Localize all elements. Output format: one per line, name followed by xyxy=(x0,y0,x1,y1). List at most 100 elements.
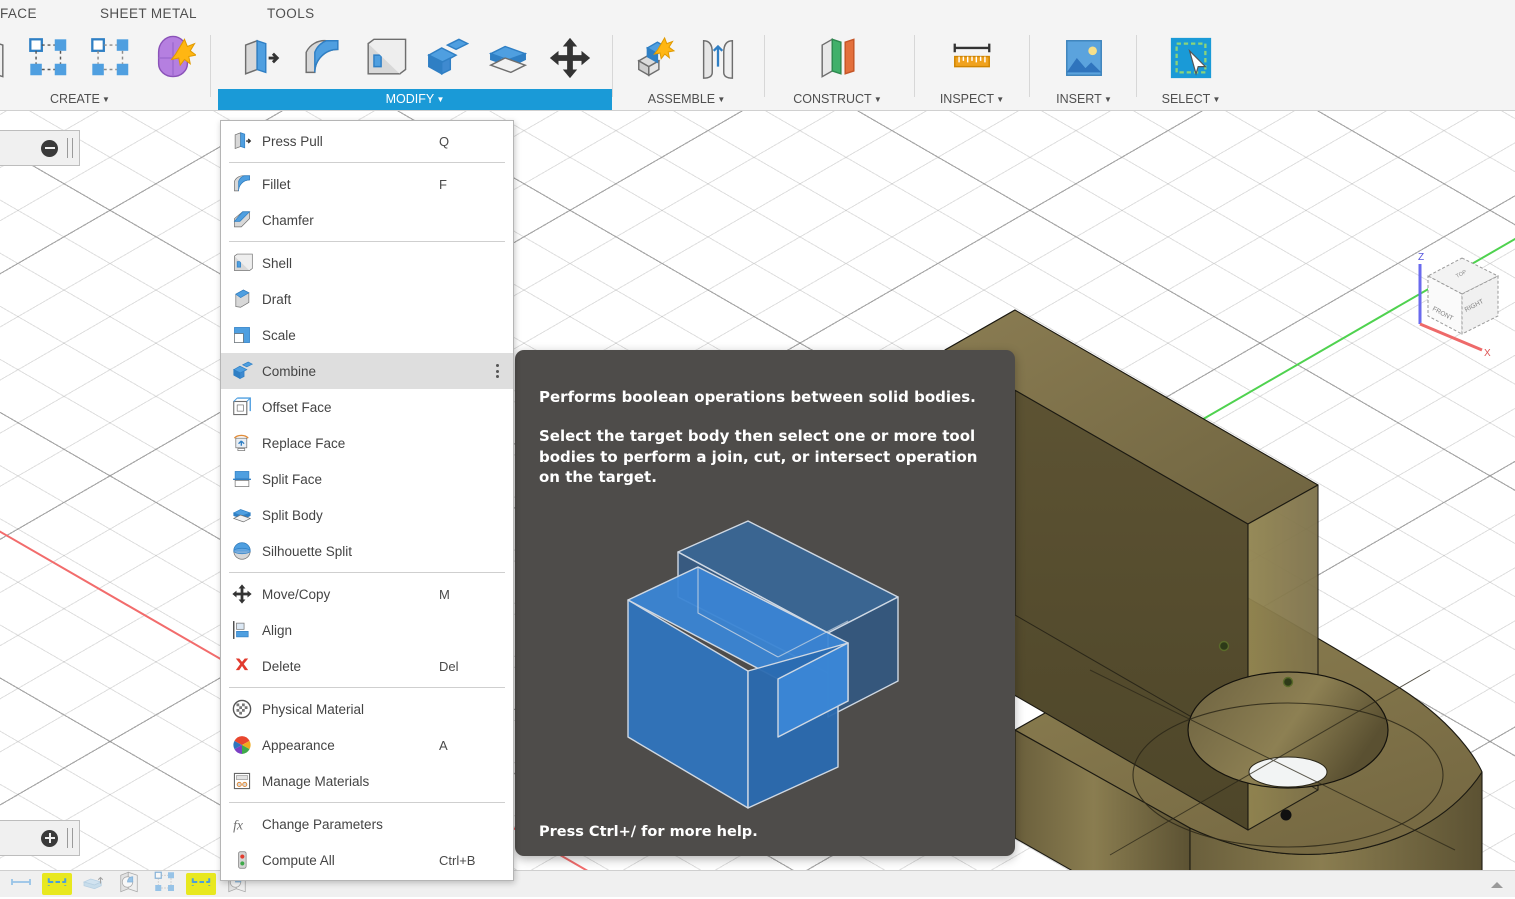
panel-label-select[interactable]: SELECT ▼ xyxy=(1144,89,1238,110)
menu-item-delete[interactable]: Delete Del xyxy=(221,648,513,684)
revolve-icon xyxy=(117,870,141,899)
move-copy-icon xyxy=(227,583,257,605)
combine-button[interactable] xyxy=(415,28,477,88)
menu-item-label: Manage Materials xyxy=(262,773,370,789)
hole-button[interactable] xyxy=(18,28,80,88)
menu-item-chamfer[interactable]: Chamfer xyxy=(221,202,513,238)
joint-icon xyxy=(695,35,741,81)
insert-image-button[interactable] xyxy=(1053,28,1115,88)
chevron-down-icon: ▼ xyxy=(994,95,1005,104)
menu-item-shortcut: Ctrl+B xyxy=(439,852,476,868)
menu-item-press-pull[interactable]: Press Pull Q xyxy=(221,123,513,159)
panel-resize-grip[interactable] xyxy=(67,138,73,158)
ribbon-tab-face[interactable]: FACE xyxy=(0,4,37,24)
extrude-tool[interactable] xyxy=(78,873,108,895)
menu-item-label: Align xyxy=(262,622,293,638)
joint-button[interactable] xyxy=(687,28,749,88)
panel-label-assemble[interactable]: ASSEMBLE ▼ xyxy=(620,89,753,110)
menu-item-label: Press Pull xyxy=(262,133,323,149)
menu-item-shortcut: A xyxy=(439,737,448,753)
revolve-tool[interactable] xyxy=(114,871,144,895)
delete-icon xyxy=(227,655,257,677)
overflow-menu-icon[interactable] xyxy=(491,362,503,381)
offset-plane-button[interactable] xyxy=(807,28,869,88)
menu-item-label: Delete xyxy=(262,658,302,674)
panel-resize-grip-2[interactable] xyxy=(67,828,73,848)
viewcube-axis-x: X xyxy=(1484,348,1491,359)
menu-item-change-parameters[interactable]: fx Change Parameters xyxy=(221,806,513,842)
create-form-button[interactable] xyxy=(142,28,204,88)
menu-item-label: Appearance xyxy=(262,737,335,753)
menu-item-split-body[interactable]: Split Body xyxy=(221,497,513,533)
fillet-button[interactable] xyxy=(291,28,353,88)
chamfer-icon xyxy=(227,209,257,231)
menu-item-appearance[interactable]: Appearance A xyxy=(221,727,513,763)
revolve-button[interactable] xyxy=(0,28,18,88)
menu-item-offset-face[interactable]: Offset Face xyxy=(221,389,513,425)
menu-item-label: Move/Copy xyxy=(262,586,331,602)
menu-item-draft[interactable]: Draft xyxy=(221,281,513,317)
menu-item-shell[interactable]: Shell xyxy=(221,245,513,281)
panel-label-text: ASSEMBLE xyxy=(647,92,716,106)
menu-item-label: Change Parameters xyxy=(262,816,383,832)
browser-panel-top[interactable] xyxy=(0,130,80,166)
menu-item-split-face[interactable]: Split Face xyxy=(221,461,513,497)
browser-panel-bottom[interactable] xyxy=(0,820,80,856)
panel-label-text: CONSTRUCT xyxy=(793,92,872,106)
move-copy-button[interactable] xyxy=(539,28,601,88)
press-pull-button[interactable] xyxy=(229,28,291,88)
menu-item-replace-face[interactable]: Replace Face xyxy=(221,425,513,461)
viewcube-axis-z: Z xyxy=(1418,252,1424,263)
fillet-icon xyxy=(227,173,257,195)
tooltip-footer: Press Ctrl+/ for more help. xyxy=(539,824,758,840)
split-body-button[interactable] xyxy=(477,28,539,88)
ribbon-tab-sheet-metal[interactable]: SHEET METAL xyxy=(100,4,197,24)
dimension-tool-2[interactable] xyxy=(186,873,216,895)
sketch-constraint-tool[interactable] xyxy=(42,873,72,895)
ribbon-tab-tools[interactable]: TOOLS xyxy=(267,4,315,24)
panel-label-modify[interactable]: MODIFY ▼ xyxy=(218,89,612,110)
ribbon-toolbar: FACE SHEET METAL TOOLS CREATE ▼ MODIFY ▼ ASS… xyxy=(0,0,1515,111)
panel-label-insert[interactable]: INSERT ▼ xyxy=(1037,89,1131,110)
hole-icon xyxy=(26,35,72,81)
press-pull-icon xyxy=(237,35,283,81)
new-component-button[interactable] xyxy=(625,28,687,88)
menu-item-manage-materials[interactable]: Manage Materials xyxy=(221,763,513,799)
panel-label-text: MODIFY xyxy=(385,92,435,106)
menu-item-silhouette-split[interactable]: Silhouette Split xyxy=(221,533,513,569)
shell-icon xyxy=(227,252,257,274)
ribbon-panel-insert: INSERT ▼ xyxy=(1037,27,1131,110)
collapse-button[interactable] xyxy=(41,139,58,157)
menu-item-fillet[interactable]: Fillet F xyxy=(221,166,513,202)
menu-item-scale[interactable]: Scale xyxy=(221,317,513,353)
select-button[interactable] xyxy=(1160,28,1222,88)
pattern-button[interactable] xyxy=(80,28,142,88)
pattern-tool[interactable] xyxy=(150,871,180,895)
new-component-icon xyxy=(633,35,679,81)
menu-item-label: Shell xyxy=(262,255,293,271)
sketch-dimension-tool[interactable] xyxy=(6,873,36,895)
align-icon xyxy=(227,619,257,641)
panel-label-construct[interactable]: CONSTRUCT ▼ xyxy=(772,89,903,110)
menu-item-combine[interactable]: Combine xyxy=(221,353,513,389)
measure-ruler-icon xyxy=(949,35,995,81)
measure-button[interactable] xyxy=(941,28,1003,88)
command-tooltip: Performs boolean operations between soli… xyxy=(515,350,1015,856)
menu-item-physical-material[interactable]: Physical Material xyxy=(221,691,513,727)
view-cube[interactable]: Z X TOP FRONT RIGHT xyxy=(1412,242,1512,360)
menu-item-align[interactable]: Align xyxy=(221,612,513,648)
modify-dropdown-menu[interactable]: Press Pull Q Fillet F Chamfer Shell Draft Scale… xyxy=(220,120,514,881)
menu-item-move-copy[interactable]: Move/Copy M xyxy=(221,576,513,612)
menu-item-compute-all[interactable]: Compute All Ctrl+B xyxy=(221,842,513,878)
tooltip-title: Performs boolean operations between soli… xyxy=(539,388,976,406)
panel-label-inspect[interactable]: INSPECT ▼ xyxy=(922,89,1022,110)
expand-button[interactable] xyxy=(41,829,58,847)
resize-grip-icon[interactable] xyxy=(1489,879,1505,889)
chevron-down-icon: ▼ xyxy=(1101,95,1112,104)
select-cursor-icon xyxy=(1168,35,1214,81)
replace-face-icon xyxy=(227,432,257,454)
panel-label-create[interactable]: CREATE ▼ xyxy=(0,89,218,110)
panel-separator xyxy=(1136,35,1137,97)
shell-button[interactable] xyxy=(353,28,415,88)
panel-label-text: INSERT xyxy=(1056,92,1102,106)
